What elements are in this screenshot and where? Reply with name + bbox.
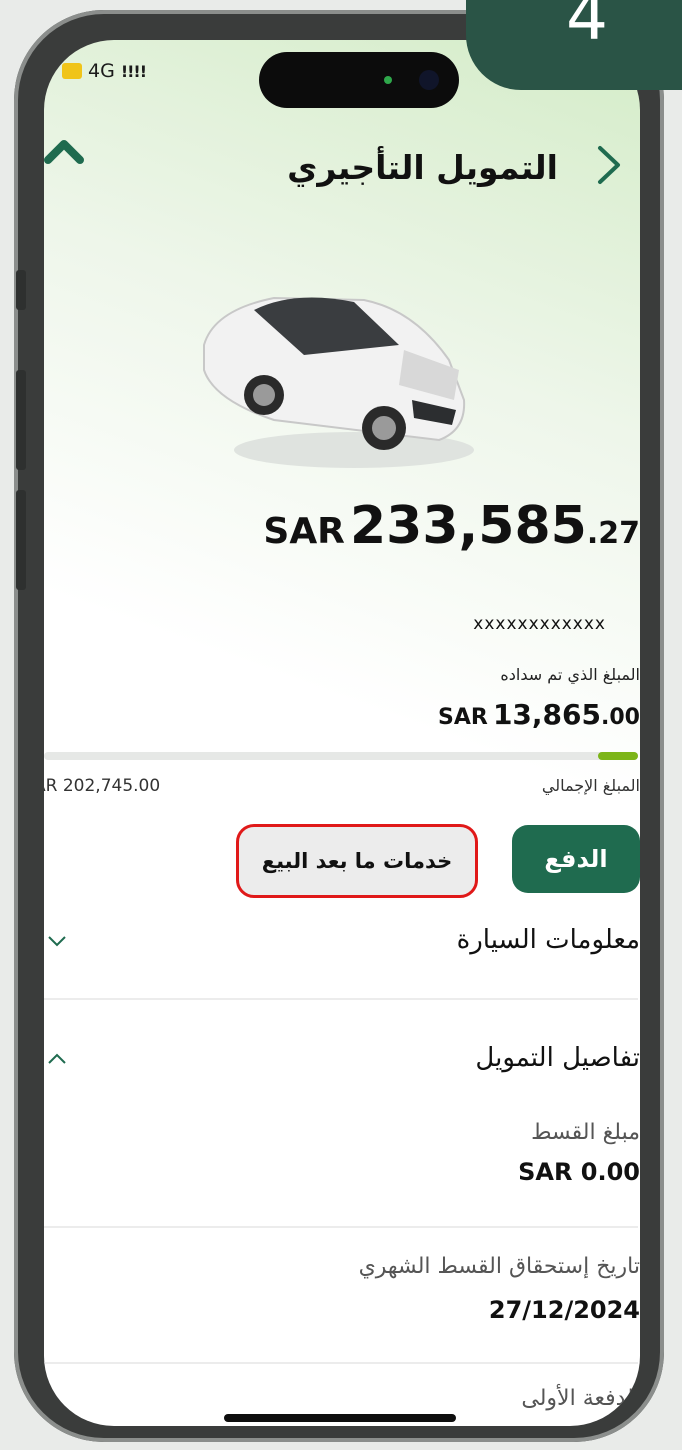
sim-icon bbox=[62, 63, 82, 79]
status-bar: 4G !!!! bbox=[62, 60, 147, 82]
home-indicator[interactable] bbox=[224, 1414, 456, 1422]
installment-amount-label: مبلغ القسط bbox=[531, 1120, 640, 1145]
paid-amount-label: المبلغ الذي تم سداده bbox=[500, 665, 640, 684]
back-arrow-icon[interactable] bbox=[590, 140, 630, 190]
monthly-due-date-value: 27/12/2024 bbox=[488, 1296, 640, 1324]
section-finance-details-title[interactable]: تفاصيل التمويل bbox=[475, 1043, 640, 1073]
collapse-chevron-icon[interactable] bbox=[44, 136, 84, 166]
paid-amount: SAR 13,865.00 bbox=[438, 698, 640, 731]
divider bbox=[44, 1362, 638, 1364]
signal-icon: !!!! bbox=[120, 61, 147, 81]
monthly-due-date-label: تاريخ إستحقاق القسط الشهري bbox=[358, 1254, 640, 1279]
divider bbox=[44, 998, 638, 1000]
after-sales-services-button[interactable]: خدمات ما بعد البيع bbox=[236, 824, 478, 898]
total-amount-value: AR 202,745.00 bbox=[44, 776, 161, 796]
account-number: xxxxxxxxxxxx bbox=[473, 614, 606, 634]
indicator-dot-icon bbox=[384, 76, 392, 84]
camera-icon bbox=[419, 70, 439, 90]
payment-progress-fill bbox=[597, 752, 638, 760]
collapse-chevron-icon[interactable] bbox=[46, 1048, 68, 1070]
phone-side-button bbox=[16, 370, 26, 470]
payment-progress-bar bbox=[44, 752, 638, 760]
page-title: التمويل التأجيري bbox=[287, 148, 558, 187]
pay-button[interactable]: الدفع bbox=[512, 825, 640, 893]
dynamic-island bbox=[259, 52, 459, 108]
phone-side-button bbox=[16, 490, 26, 590]
car-image bbox=[203, 296, 474, 468]
divider bbox=[44, 1226, 638, 1228]
app-screen: 4G !!!! التمويل التأجيري SAR 233,585.27 … bbox=[44, 40, 640, 1426]
network-label: 4G bbox=[88, 60, 115, 82]
section-car-info-title[interactable]: معلومات السيارة bbox=[457, 925, 640, 955]
total-amount-label: المبلغ الإجمالي bbox=[541, 776, 640, 795]
step-badge: 4 bbox=[466, 0, 682, 90]
down-payment-label: الدفعة الأولى bbox=[521, 1386, 640, 1411]
total-financed-amount: SAR 233,585.27 bbox=[263, 496, 640, 556]
installment-amount-value: SAR 0.00 bbox=[518, 1158, 640, 1186]
phone-side-button bbox=[16, 270, 26, 310]
expand-chevron-icon[interactable] bbox=[46, 930, 68, 952]
step-number: 4 bbox=[566, 0, 608, 55]
